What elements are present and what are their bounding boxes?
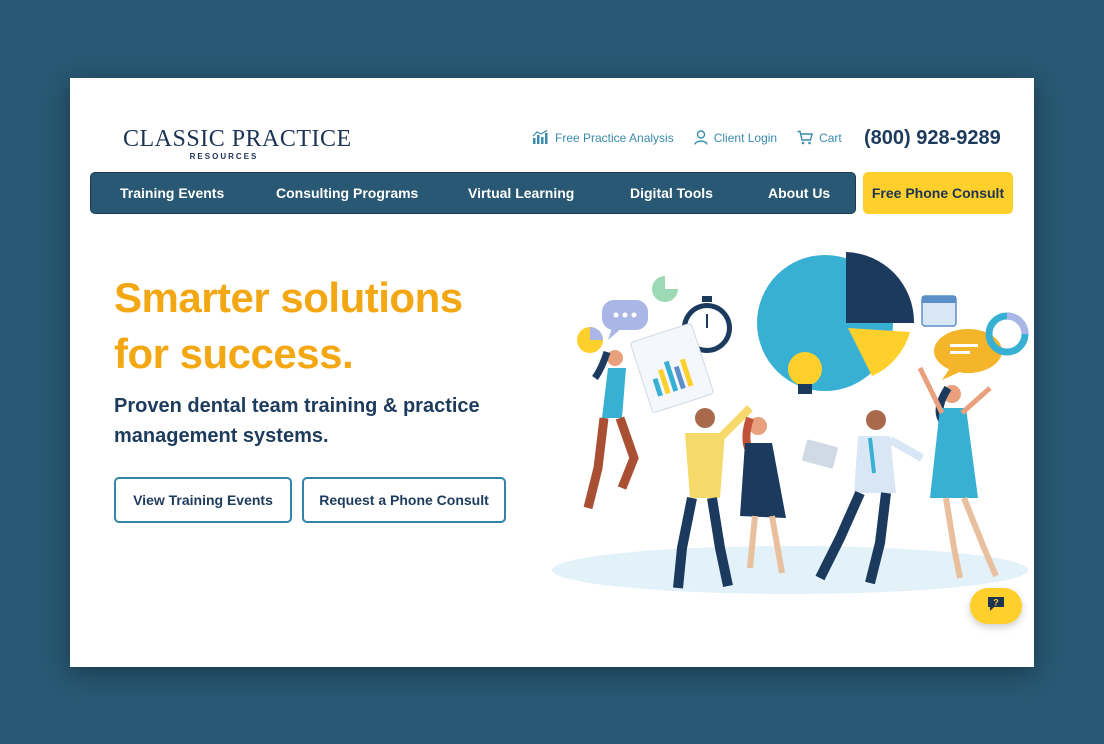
cart-label: Cart [819, 130, 842, 145]
free-practice-analysis-label: Free Practice Analysis [555, 130, 674, 145]
client-login-label: Client Login [713, 130, 778, 145]
website-page: CLASSIC PRACTICE RESOURCES Free Practice… [70, 78, 1034, 667]
chat-widget-button[interactable]: ? [970, 588, 1022, 624]
free-phone-consult-button[interactable]: Free Phone Consult [863, 172, 1013, 214]
view-training-events-button[interactable]: View Training Events [114, 477, 292, 523]
logo-name-text: CLASSIC PRACTICE [123, 126, 352, 152]
hero-subhead: Proven dental team training & practice m… [114, 395, 480, 447]
user-icon [694, 130, 708, 145]
hero-illustration [552, 252, 1029, 594]
nav-digital-tools[interactable]: Digital Tools [630, 185, 713, 201]
bar-chart-icon [532, 130, 549, 145]
nav-training-events[interactable]: Training Events [120, 185, 224, 201]
chat-question-icon: ? [986, 595, 1006, 618]
nav-consulting-programs[interactable]: Consulting Programs [276, 185, 418, 201]
logo-subtitle: RESOURCES [189, 152, 259, 161]
nav-virtual-learning[interactable]: Virtual Learning [468, 185, 574, 201]
svg-text:?: ? [993, 597, 999, 607]
main-nav: Training Events Consulting Programs Virt… [90, 172, 856, 214]
hero-headline-line-1: Smarter solutions [114, 274, 463, 321]
hero-headline-line-2: for success. [114, 330, 354, 377]
nav-about-us[interactable]: About Us [768, 185, 830, 201]
logo-name: CLASSIC PRACTICE [123, 126, 351, 152]
phone-number[interactable]: (800) 928-9289 [864, 127, 1001, 150]
brand-logo[interactable]: CLASSIC PRACTICE RESOURCES [123, 126, 351, 161]
client-login-link[interactable]: Client Login [694, 130, 777, 145]
free-practice-analysis-link[interactable]: Free Practice Analysis [532, 130, 674, 145]
utility-bar: Free Practice Analysis Client Login Cart [532, 130, 842, 145]
cart-link[interactable]: Cart [797, 130, 842, 145]
hero-headline: Smarter solutions for success. [114, 270, 463, 382]
request-phone-consult-button[interactable]: Request a Phone Consult [302, 477, 506, 523]
cart-icon [797, 130, 813, 145]
